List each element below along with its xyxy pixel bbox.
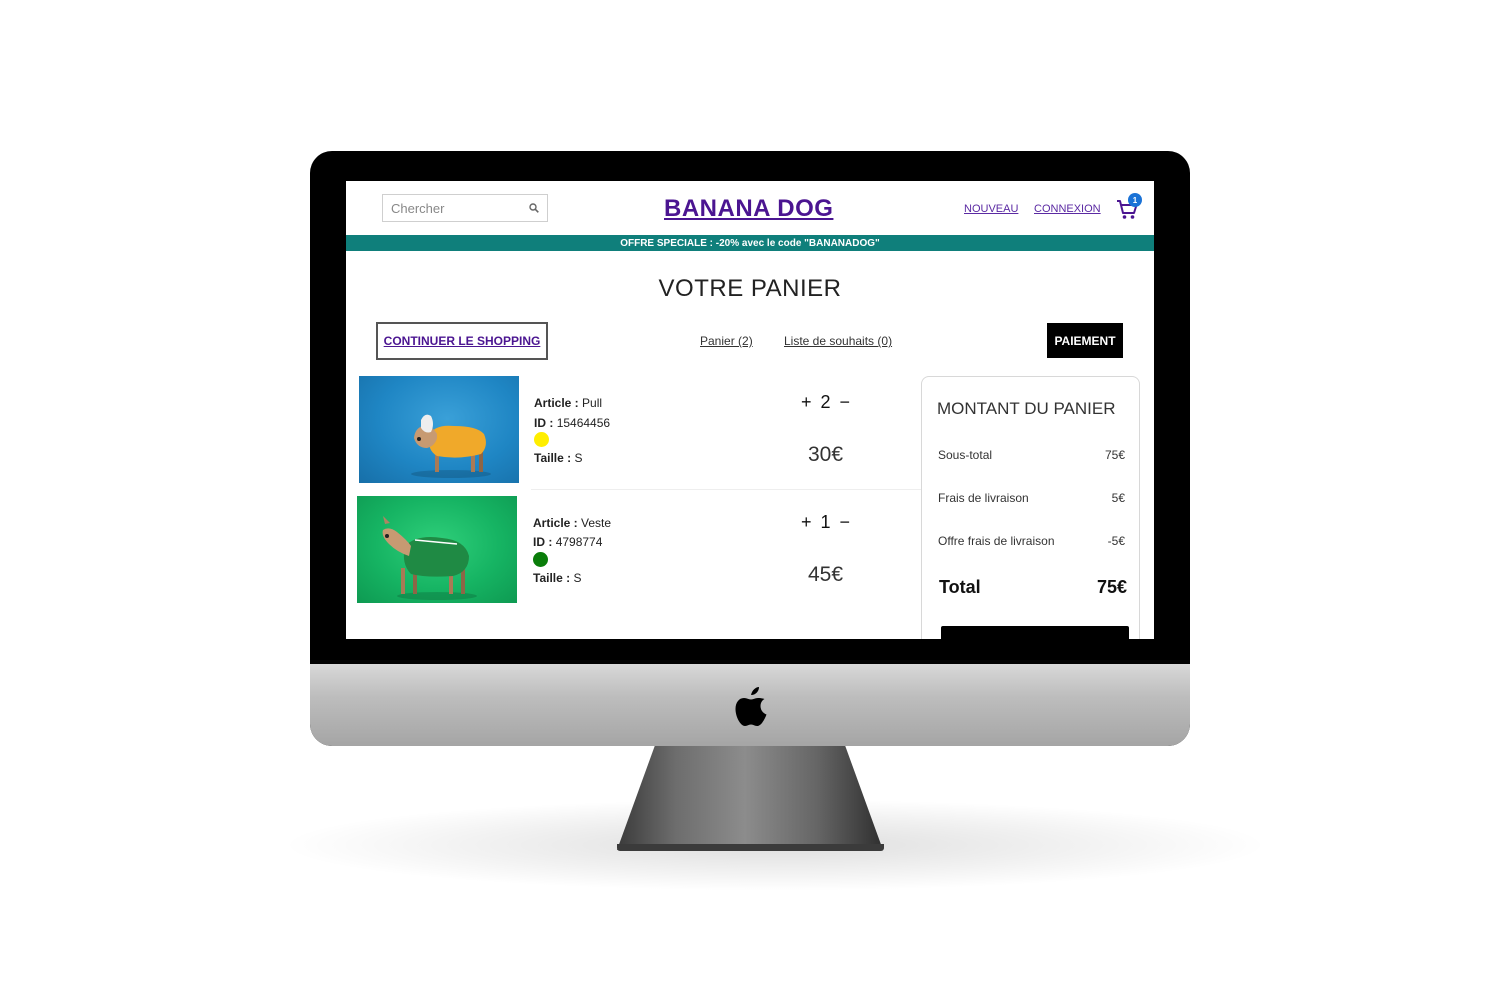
search-box[interactable] [382, 194, 548, 222]
plus-icon[interactable]: + [801, 512, 812, 533]
minus-icon[interactable]: − [840, 512, 851, 533]
item-2-id: ID : 4798774 [533, 535, 602, 549]
item-1-article-label: Article : [534, 396, 579, 410]
summary-title: MONTANT DU PANIER [937, 399, 1116, 418]
item-2-id-label: ID : [533, 535, 553, 549]
nav-new-link[interactable]: NOUVEAU [964, 203, 1018, 215]
dog-in-green-jacket-image [382, 516, 477, 600]
payment-button[interactable]: PAIEMENT [1047, 323, 1123, 358]
item-1-quantity: 2 [820, 392, 831, 412]
tab-wishlist[interactable]: Liste de souhaits (0) [784, 334, 892, 348]
brand-logo-link[interactable]: BANANA DOG [664, 195, 833, 223]
monitor-stand-base [617, 844, 884, 851]
item-1-id-label: ID : [534, 416, 554, 430]
shipping-offer-value: -5€ [1107, 534, 1125, 548]
item-2-size-value: S [573, 571, 582, 585]
total-label: Total [939, 577, 981, 597]
minus-icon[interactable]: − [840, 392, 851, 413]
tab-cart[interactable]: Panier (2) [700, 334, 753, 348]
item-1-size-value: S [574, 451, 583, 465]
monitor: BANANA DOG NOUVEAU CONNEXION 1 OFFRE SPE… [310, 151, 1190, 746]
monitor-stand [617, 740, 883, 850]
subtotal-label: Sous-total [938, 448, 993, 462]
item-1-id-value: 15464456 [556, 416, 611, 430]
shipping-value: 5€ [1111, 491, 1125, 505]
item-2-article: Article : Veste [533, 516, 611, 530]
dog-in-yellow-sweater-image [411, 414, 491, 478]
item-1-color-swatch [534, 432, 549, 447]
total-value: 75€ [1096, 577, 1127, 597]
item-2-price: 45€ [808, 563, 844, 586]
apple-logo-icon [735, 687, 767, 726]
item-2-article-label: Article : [533, 516, 578, 530]
search-input[interactable] [391, 200, 529, 216]
summary-checkout-button[interactable] [941, 626, 1129, 639]
subtotal-value: 75€ [1104, 448, 1125, 462]
item-2-quantity-stepper: + 1 − [801, 512, 850, 533]
nav-login-link[interactable]: CONNEXION [1034, 203, 1101, 215]
shipping-offer-label: Offre frais de livraison [938, 534, 1055, 548]
item-1-quantity-stepper: + 2 − [801, 392, 850, 413]
item-1-article: Article : Pull [534, 396, 602, 410]
item-2-article-value: Veste [581, 516, 612, 530]
promo-banner: OFFRE SPECIALE : -20% avec le code "BANA… [346, 235, 1154, 251]
continue-shopping-button[interactable]: CONTINUER LE SHOPPING [376, 322, 548, 360]
search-icon[interactable] [529, 203, 539, 213]
item-2-quantity: 1 [820, 512, 831, 532]
cart-count-badge: 1 [1128, 193, 1142, 207]
web-page: BANANA DOG NOUVEAU CONNEXION 1 OFFRE SPE… [346, 181, 1154, 639]
item-1-size-label: Taille : [534, 451, 572, 465]
item-2-size-label: Taille : [533, 571, 571, 585]
item-1-article-value: Pull [582, 396, 603, 410]
cart-summary-panel: MONTANT DU PANIER Sous-total 75€ Frais d… [921, 376, 1140, 639]
product-image-veste[interactable] [357, 496, 517, 603]
item-2-color-swatch [533, 552, 548, 567]
item-2-id-value: 4798774 [555, 535, 603, 549]
item-1-id: ID : 15464456 [534, 416, 610, 430]
item-1-price: 30€ [808, 443, 844, 466]
item-divider [531, 489, 921, 490]
product-image-pull[interactable] [359, 376, 519, 483]
plus-icon[interactable]: + [801, 392, 812, 413]
item-2-size: Taille : S [533, 571, 581, 585]
item-1-size: Taille : S [534, 451, 582, 465]
shipping-label: Frais de livraison [938, 491, 1029, 505]
page-title: VOTRE PANIER [658, 275, 842, 302]
